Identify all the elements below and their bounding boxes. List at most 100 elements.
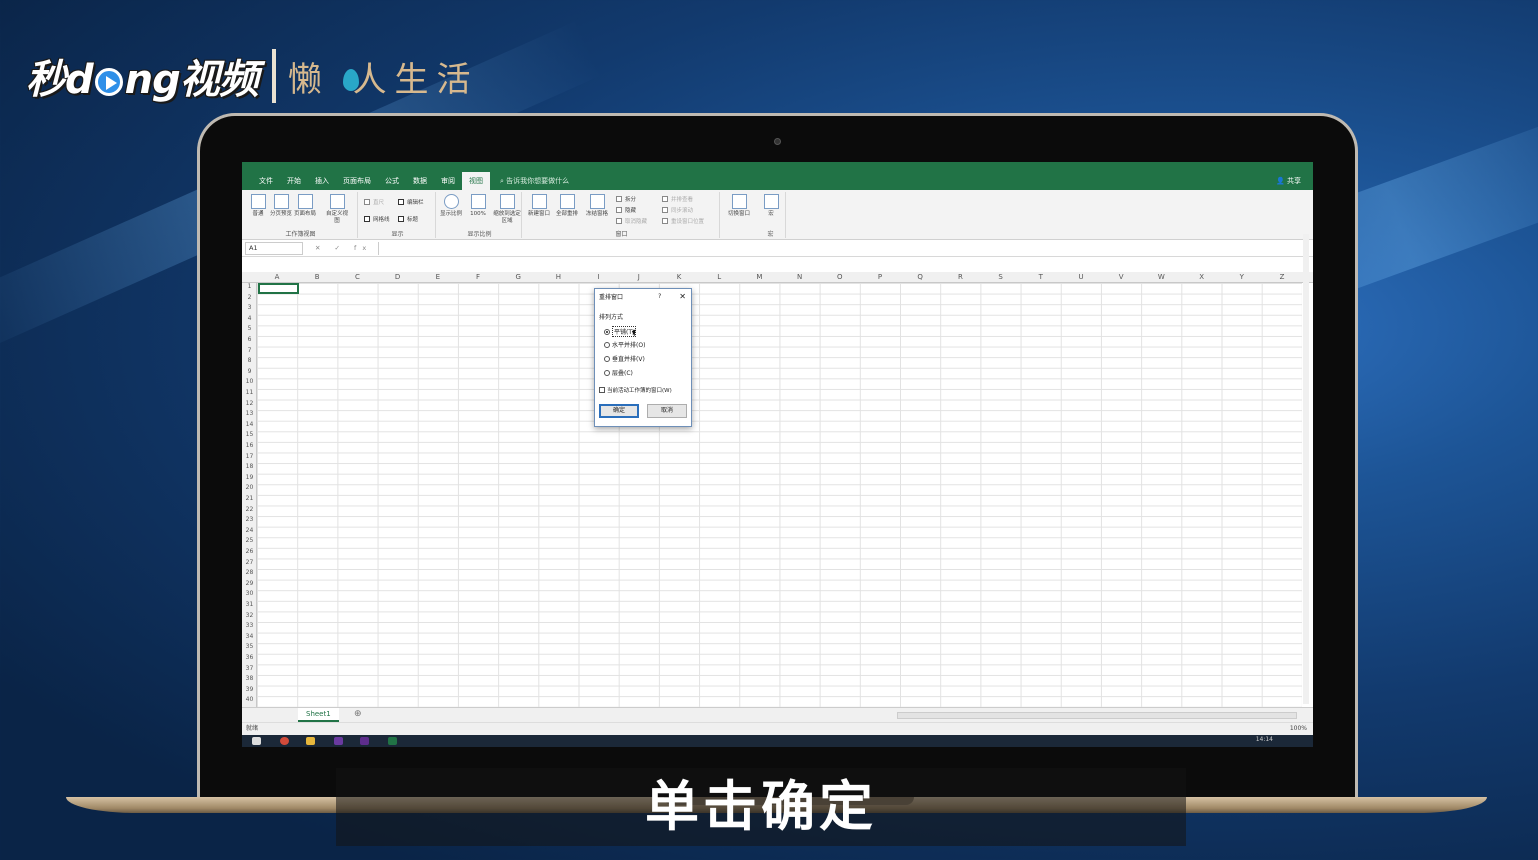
row-header[interactable]: 4 xyxy=(242,315,257,322)
row-header[interactable]: 30 xyxy=(242,590,257,597)
cell-grid[interactable] xyxy=(257,283,1302,707)
folder-icon[interactable] xyxy=(306,737,315,745)
sync-scroll-button[interactable]: 同步滚动 xyxy=(662,206,693,214)
column-header[interactable]: O xyxy=(820,273,860,281)
column-header[interactable]: C xyxy=(337,273,377,281)
row-header[interactable]: 21 xyxy=(242,495,257,502)
row-header[interactable]: 39 xyxy=(242,686,257,693)
share-button[interactable]: 👤 共享 xyxy=(1276,176,1301,186)
split-button[interactable]: 拆分 xyxy=(616,195,636,203)
column-header[interactable]: L xyxy=(699,273,739,281)
tab-home[interactable]: 开始 xyxy=(280,172,308,190)
column-header[interactable]: P xyxy=(860,273,900,281)
page-layout-view-button[interactable]: 页面布局 xyxy=(292,194,318,218)
radio-horizontal[interactable]: 水平并排(O) xyxy=(604,340,645,349)
row-header[interactable]: 10 xyxy=(242,378,257,385)
column-header[interactable]: H xyxy=(538,273,578,281)
row-header[interactable]: 9 xyxy=(242,368,257,375)
column-header[interactable]: Q xyxy=(900,273,940,281)
column-header[interactable]: E xyxy=(418,273,458,281)
row-header[interactable]: 34 xyxy=(242,633,257,640)
active-workbook-checkbox[interactable]: 当前活动工作簿的窗口(W) xyxy=(599,386,672,394)
row-header[interactable]: 37 xyxy=(242,665,257,672)
row-header[interactable]: 12 xyxy=(242,400,257,407)
row-header[interactable]: 36 xyxy=(242,654,257,661)
tab-data[interactable]: 数据 xyxy=(406,172,434,190)
column-header[interactable]: U xyxy=(1061,273,1101,281)
column-header[interactable]: N xyxy=(780,273,820,281)
column-header[interactable]: R xyxy=(940,273,980,281)
selected-cell[interactable] xyxy=(258,283,299,294)
row-header[interactable]: 11 xyxy=(242,389,257,396)
row-header[interactable]: 26 xyxy=(242,548,257,555)
zoom-100-button[interactable]: 100% xyxy=(465,194,491,218)
custom-views-button[interactable]: 自定义视图 xyxy=(324,194,350,225)
app-icon[interactable] xyxy=(334,737,343,745)
column-header[interactable]: M xyxy=(739,273,779,281)
row-header[interactable]: 2 xyxy=(242,294,257,301)
reset-window-position-button[interactable]: 重设窗口位置 xyxy=(662,217,704,225)
row-header[interactable]: 38 xyxy=(242,675,257,682)
column-header[interactable]: X xyxy=(1182,273,1222,281)
column-header[interactable]: S xyxy=(981,273,1021,281)
radio-vertical[interactable]: 垂直并排(V) xyxy=(604,354,645,363)
cancel-button[interactable]: 取消 xyxy=(647,404,687,418)
freeze-panes-button[interactable]: 冻结窗格 xyxy=(584,194,610,218)
column-header[interactable]: K xyxy=(659,273,699,281)
gridlines-checkbox[interactable]: 网格线 xyxy=(364,215,390,223)
row-header[interactable]: 18 xyxy=(242,463,257,470)
column-header[interactable]: V xyxy=(1101,273,1141,281)
start-icon[interactable] xyxy=(252,737,261,745)
browser-icon[interactable] xyxy=(280,737,289,745)
zoom-to-selection-button[interactable]: 缩放到选定区域 xyxy=(492,194,522,225)
headings-checkbox[interactable]: 标题 xyxy=(398,215,418,223)
tab-review[interactable]: 审阅 xyxy=(434,172,462,190)
column-header[interactable]: F xyxy=(458,273,498,281)
excel-taskbar-icon[interactable] xyxy=(388,737,397,745)
zoom-level[interactable]: 100% xyxy=(1290,723,1307,735)
row-header[interactable]: 40 xyxy=(242,696,257,703)
row-header[interactable]: 7 xyxy=(242,347,257,354)
row-header[interactable]: 32 xyxy=(242,612,257,619)
row-header[interactable]: 25 xyxy=(242,537,257,544)
row-header[interactable]: 33 xyxy=(242,622,257,629)
row-header[interactable]: 20 xyxy=(242,484,257,491)
zoom-button[interactable]: 显示比例 xyxy=(438,194,464,218)
row-header[interactable]: 23 xyxy=(242,516,257,523)
add-sheet-icon[interactable]: ⊕ xyxy=(354,709,362,719)
radio-cascade[interactable]: 层叠(C) xyxy=(604,368,633,377)
row-header[interactable]: 15 xyxy=(242,431,257,438)
row-header[interactable]: 19 xyxy=(242,474,257,481)
formula-input[interactable] xyxy=(378,241,1313,255)
help-icon[interactable]: ? xyxy=(658,293,661,300)
row-header[interactable]: 29 xyxy=(242,580,257,587)
row-header[interactable]: 31 xyxy=(242,601,257,608)
formula-icons[interactable]: ✕ ✓ fx xyxy=(315,244,372,252)
column-header[interactable]: J xyxy=(619,273,659,281)
row-header[interactable]: 22 xyxy=(242,506,257,513)
column-header[interactable]: G xyxy=(498,273,538,281)
vertical-scrollbar[interactable] xyxy=(1303,234,1309,704)
row-header[interactable]: 35 xyxy=(242,643,257,650)
tab-insert[interactable]: 插入 xyxy=(308,172,336,190)
switch-windows-button[interactable]: 切换窗口 xyxy=(724,194,754,218)
column-header[interactable]: W xyxy=(1141,273,1181,281)
row-header[interactable]: 17 xyxy=(242,453,257,460)
row-header[interactable]: 16 xyxy=(242,442,257,449)
row-header[interactable]: 8 xyxy=(242,357,257,364)
macros-button[interactable]: 宏 xyxy=(758,194,784,218)
name-box[interactable]: A1 xyxy=(245,241,303,255)
row-header[interactable]: 14 xyxy=(242,421,257,428)
tab-formulas[interactable]: 公式 xyxy=(378,172,406,190)
row-header[interactable]: 1 xyxy=(242,283,257,290)
ok-button[interactable]: 确定 xyxy=(599,404,639,418)
row-header[interactable]: 3 xyxy=(242,304,257,311)
new-window-button[interactable]: 新建窗口 xyxy=(526,194,552,218)
row-header[interactable]: 13 xyxy=(242,410,257,417)
row-header[interactable]: 5 xyxy=(242,325,257,332)
side-by-side-button[interactable]: 并排查看 xyxy=(662,195,693,203)
app-icon[interactable] xyxy=(360,737,369,745)
tab-page-layout[interactable]: 页面布局 xyxy=(336,172,378,190)
column-header[interactable]: B xyxy=(297,273,337,281)
sheet-tab-sheet1[interactable]: Sheet1 xyxy=(298,708,339,722)
